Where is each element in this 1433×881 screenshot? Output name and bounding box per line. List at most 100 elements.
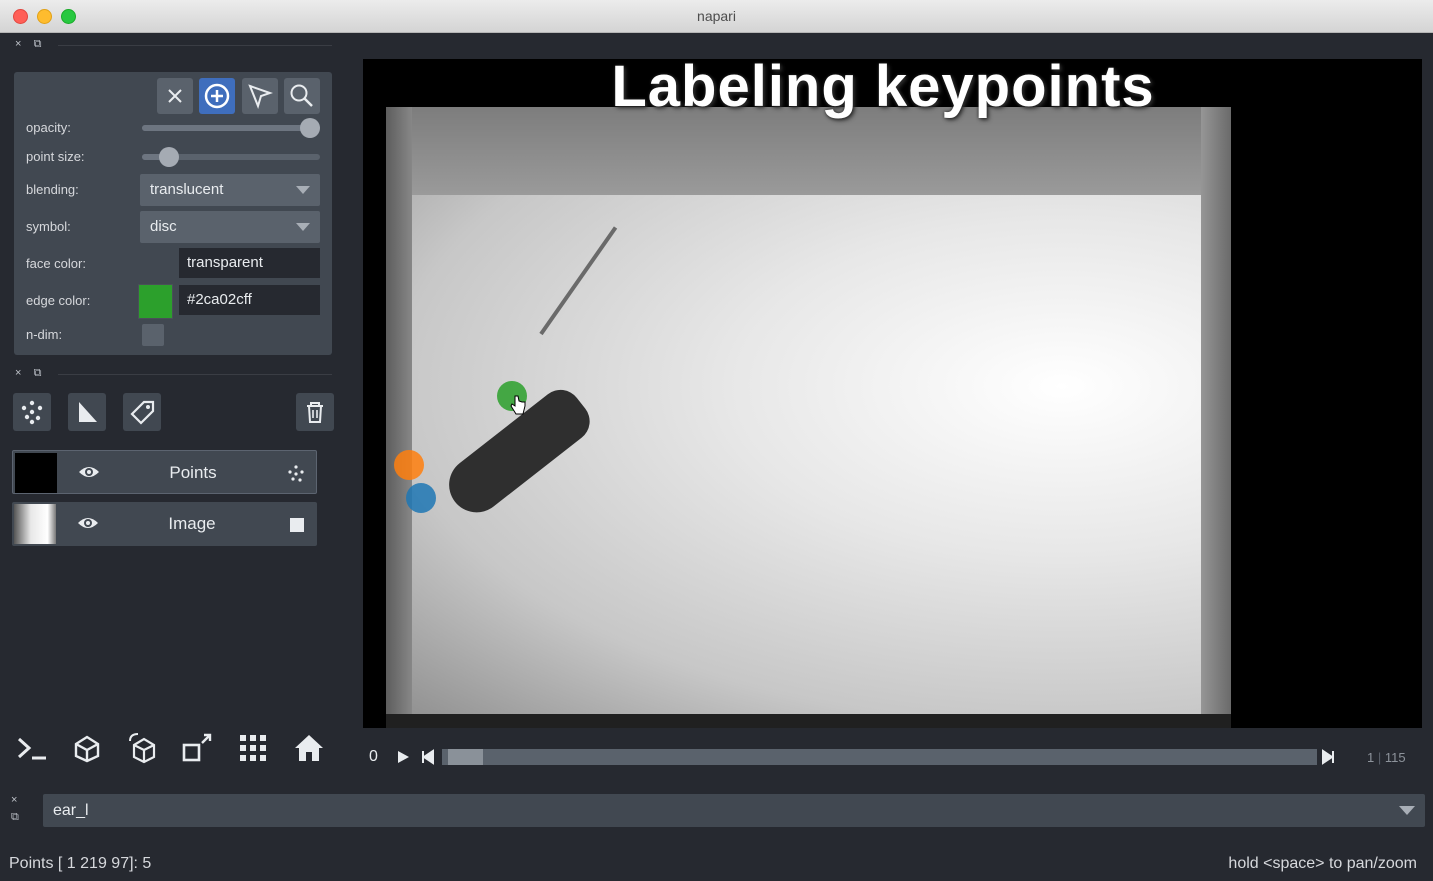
opacity-slider-knob[interactable] bbox=[300, 118, 320, 138]
new-points-layer-button[interactable] bbox=[13, 393, 51, 431]
dimension-label: 0 bbox=[369, 748, 378, 765]
point-size-slider-knob[interactable] bbox=[159, 147, 179, 167]
layer-name[interactable]: Image bbox=[102, 514, 282, 534]
transpose-icon bbox=[182, 733, 212, 762]
mouse-tail bbox=[539, 226, 618, 336]
cube-rotate-icon bbox=[129, 733, 156, 764]
grid-icon bbox=[240, 735, 266, 761]
overlay-title: Labeling keypoints bbox=[611, 59, 1155, 119]
frame-counter[interactable]: 1 | 115 bbox=[1367, 750, 1406, 765]
symbol-value: disc bbox=[150, 218, 177, 235]
frame-separator: | bbox=[1377, 750, 1382, 765]
cage-top-edge bbox=[386, 107, 1231, 195]
status-message: Points [ 1 219 97]: 5 bbox=[9, 855, 152, 872]
status-help: hold <space> to pan/zoom bbox=[1228, 855, 1417, 872]
visibility-toggle[interactable] bbox=[77, 462, 101, 487]
image-icon bbox=[287, 515, 307, 540]
blending-label: blending: bbox=[26, 182, 79, 197]
delete-points-button[interactable] bbox=[157, 78, 193, 114]
keypoint-marker[interactable] bbox=[406, 483, 436, 513]
hand-cursor-icon bbox=[510, 395, 526, 415]
layerlist-dock-header: × ⧉ bbox=[15, 367, 42, 380]
layer-controls-panel: opacity: point size: blending: transluce… bbox=[14, 72, 332, 355]
camera-frame-image bbox=[386, 107, 1231, 728]
play-icon bbox=[398, 751, 409, 763]
blending-value: translucent bbox=[150, 181, 224, 198]
dock-float-icon[interactable]: ⧉ bbox=[34, 38, 42, 50]
console-button[interactable] bbox=[12, 728, 52, 768]
frame-slider[interactable] bbox=[442, 749, 1317, 765]
edge-color-swatch[interactable] bbox=[138, 284, 173, 319]
window-titlebar: napari bbox=[0, 0, 1433, 33]
controls-dock-header: × ⧉ bbox=[15, 38, 42, 51]
keypoint-label-dropdown[interactable]: ear_l bbox=[43, 794, 1425, 827]
next-frame-button[interactable] bbox=[1322, 749, 1336, 770]
roll-dims-button[interactable] bbox=[123, 728, 163, 768]
point-size-label: point size: bbox=[26, 149, 85, 164]
tag-icon bbox=[130, 400, 155, 425]
face-color-label: face color: bbox=[26, 256, 86, 271]
point-size-slider[interactable] bbox=[142, 147, 320, 167]
edge-color-field[interactable]: #2ca02cff bbox=[179, 285, 320, 315]
delete-layer-button[interactable] bbox=[296, 393, 334, 431]
cage-left-edge bbox=[386, 107, 412, 728]
blending-dropdown[interactable]: translucent bbox=[140, 174, 320, 206]
face-color-field[interactable]: transparent bbox=[179, 248, 320, 278]
play-button[interactable] bbox=[395, 749, 411, 770]
opacity-slider-fill bbox=[142, 125, 310, 131]
edge-color-label: edge color: bbox=[26, 293, 91, 308]
shapes-icon bbox=[79, 402, 97, 422]
close-icon bbox=[168, 89, 182, 103]
new-labels-layer-button[interactable] bbox=[123, 393, 161, 431]
search-icon bbox=[290, 84, 313, 107]
dock-float-icon[interactable]: ⧉ bbox=[11, 809, 19, 826]
dock-divider bbox=[58, 45, 332, 46]
viewer-canvas[interactable]: Labeling keypoints bbox=[363, 59, 1422, 728]
keypoint-marker[interactable] bbox=[394, 450, 424, 480]
cage-right-edge bbox=[1201, 107, 1231, 728]
dock-divider bbox=[58, 374, 332, 375]
ndim-label: n-dim: bbox=[26, 327, 63, 342]
label-dock-header: × ⧉ bbox=[11, 792, 19, 826]
chevron-down-icon bbox=[1399, 806, 1415, 815]
pan-zoom-button[interactable] bbox=[284, 78, 320, 114]
skip-back-icon bbox=[422, 749, 434, 765]
select-points-button[interactable] bbox=[242, 78, 278, 114]
new-shapes-layer-button[interactable] bbox=[68, 393, 106, 431]
layer-name[interactable]: Points bbox=[103, 463, 283, 483]
frame-slider-handle[interactable] bbox=[448, 749, 483, 765]
cage-bottom-edge bbox=[386, 714, 1231, 728]
keypoint-label-value: ear_l bbox=[53, 802, 89, 819]
eye-icon bbox=[78, 518, 98, 528]
total-frames: 115 bbox=[1384, 750, 1406, 765]
dock-close-icon[interactable]: × bbox=[15, 38, 21, 50]
skip-forward-icon bbox=[1322, 749, 1334, 765]
points-icon bbox=[286, 464, 306, 489]
add-points-button[interactable] bbox=[199, 78, 235, 114]
visibility-toggle[interactable] bbox=[76, 513, 100, 538]
window-title: napari bbox=[697, 8, 736, 24]
select-arrow-icon bbox=[248, 84, 273, 109]
layers-cube-icon bbox=[74, 735, 100, 763]
layer-row-image[interactable]: Image bbox=[12, 502, 317, 546]
transpose-button[interactable] bbox=[177, 728, 217, 768]
home-icon bbox=[295, 735, 323, 761]
toggle-ndisplay-button[interactable] bbox=[67, 728, 107, 768]
layer-row-points[interactable]: Points bbox=[12, 450, 317, 494]
layer-thumbnail bbox=[15, 453, 57, 493]
chevron-down-icon bbox=[296, 223, 310, 231]
previous-frame-button[interactable] bbox=[420, 749, 434, 770]
opacity-slider[interactable] bbox=[142, 118, 320, 138]
terminal-icon bbox=[17, 737, 46, 760]
home-button[interactable] bbox=[289, 728, 329, 768]
points-icon bbox=[21, 400, 43, 425]
symbol-dropdown[interactable]: disc bbox=[140, 211, 320, 243]
chevron-down-icon bbox=[296, 186, 310, 194]
dock-close-icon[interactable]: × bbox=[11, 792, 19, 809]
current-frame: 1 bbox=[1367, 750, 1375, 765]
symbol-label: symbol: bbox=[26, 219, 71, 234]
grid-view-button[interactable] bbox=[233, 728, 273, 768]
ndim-checkbox[interactable] bbox=[142, 324, 164, 346]
dock-close-icon[interactable]: × bbox=[15, 367, 21, 379]
dock-float-icon[interactable]: ⧉ bbox=[34, 367, 42, 379]
